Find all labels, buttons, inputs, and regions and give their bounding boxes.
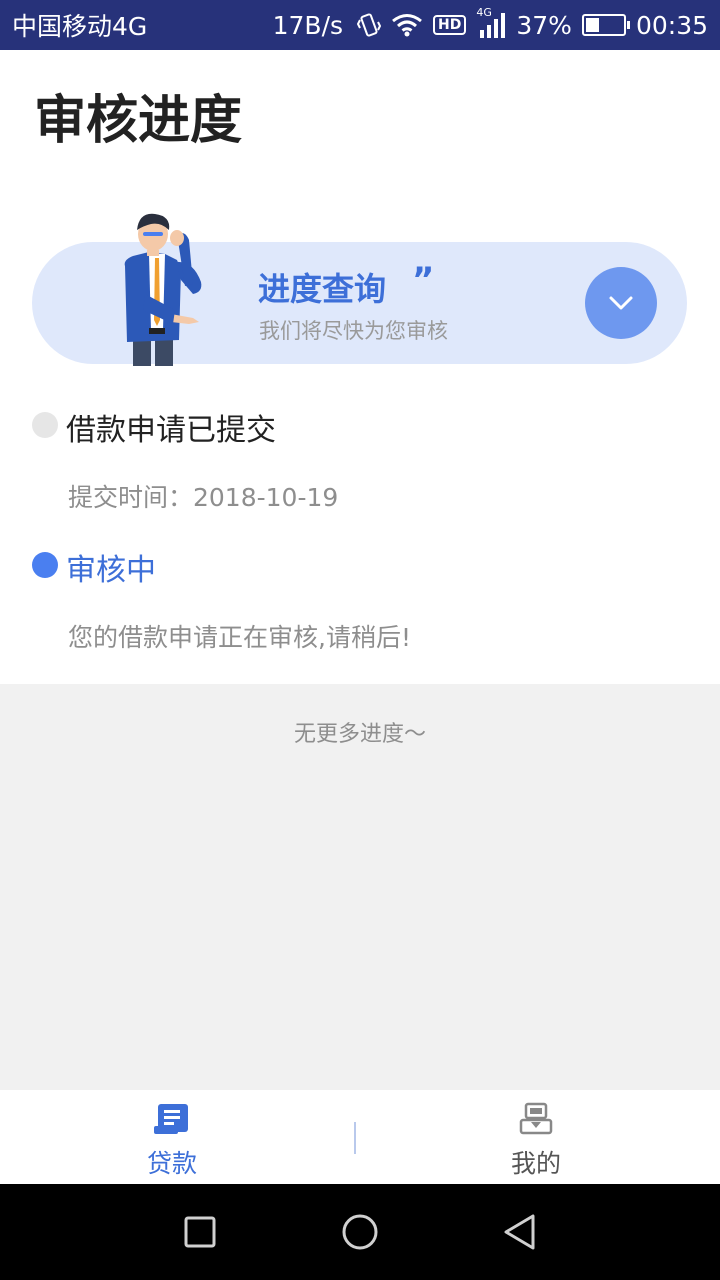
no-more-progress-label: 无更多进度～ (293, 722, 426, 747)
chevron-down-icon (609, 296, 633, 310)
tab-mine-label: 我的 (510, 1149, 561, 1178)
circle-icon (342, 1214, 378, 1250)
banner-title: 进度查询 (258, 270, 387, 308)
tab-divider (354, 1122, 356, 1154)
carrier-label: 中国移动4G (12, 12, 148, 41)
expand-button[interactable] (585, 267, 657, 339)
back-triangle-icon (504, 1214, 535, 1250)
page-title: 审核进度 (34, 91, 243, 151)
step-title-reviewing: 审核中 (66, 553, 156, 588)
network-type: 4G (476, 6, 492, 19)
battery-percent: 37% (516, 10, 572, 40)
step-dot-current (32, 552, 58, 578)
tab-mine[interactable]: 我的 (436, 1090, 636, 1184)
tab-loan[interactable]: 贷款 (72, 1090, 272, 1184)
wifi-icon (391, 13, 423, 37)
step-dot-completed (32, 412, 58, 438)
businessman-illustration (115, 210, 215, 370)
empty-area: 无更多进度～ (0, 684, 720, 1090)
hd-icon: HD (433, 15, 467, 35)
vibrate-icon (357, 12, 382, 38)
tab-loan-label: 贷款 (146, 1149, 197, 1178)
square-icon (184, 1216, 216, 1248)
battery-level (585, 18, 600, 32)
back-button[interactable] (500, 1212, 540, 1252)
signal-icon: 4G (476, 6, 506, 38)
profile-icon (519, 1102, 553, 1138)
step-detail-reviewing: 您的借款申请正在审核,请稍后! (68, 623, 411, 652)
step-detail-submitted: 提交时间：2018-10-19 (68, 483, 339, 512)
banner-quote-mark: ” (412, 260, 435, 300)
banner-subtitle: 我们将尽快为您审核 (259, 319, 448, 343)
bottom-tab-bar: 贷款 我的 (0, 1090, 720, 1184)
loan-document-icon (152, 1102, 192, 1138)
recent-apps-button[interactable] (180, 1212, 220, 1252)
system-navigation-bar (0, 1184, 720, 1280)
network-speed: 17B/s (272, 10, 344, 40)
step-title-submitted: 借款申请已提交 (66, 413, 276, 448)
battery-icon (581, 14, 630, 36)
home-button[interactable] (340, 1212, 380, 1252)
clock: 00:35 (635, 10, 708, 40)
status-icons: 17B/s HD 4G 37% 00:35 (272, 6, 708, 40)
status-bar: 中国移动4G 17B/s HD 4G 37% 00:35 (0, 0, 720, 50)
